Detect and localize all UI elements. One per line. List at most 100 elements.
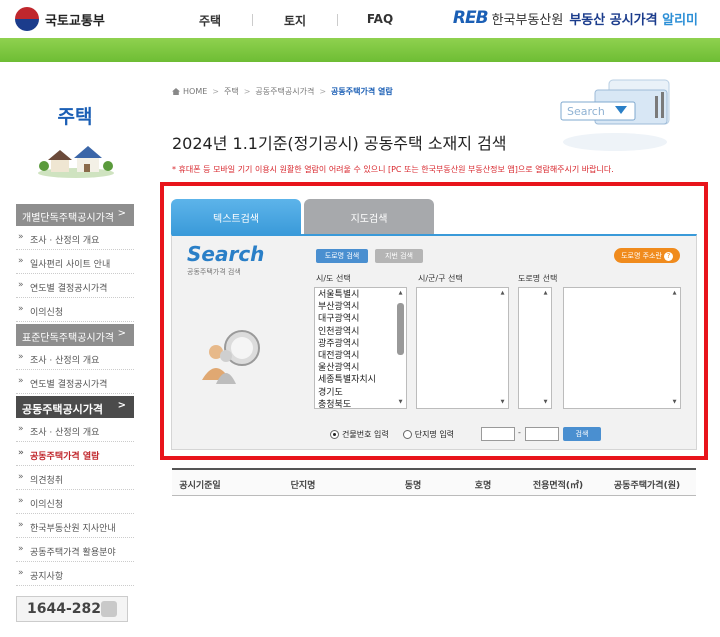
breadcrumb-housing[interactable]: 주택 [224,86,239,97]
building-number-radio[interactable] [330,430,339,439]
sidebar-item-current[interactable]: 공동주택가격 열람 [16,442,134,466]
sidebar-section-apartment[interactable]: 공동주택공시가격 > [16,396,134,418]
sidebar-item[interactable]: 조사 · 산정의 개요 [16,226,134,250]
jibun-search-button[interactable]: 지번 검색 [375,249,423,263]
complex-name-radio[interactable] [402,430,412,439]
sidebar-item[interactable]: 일사편리 사이트 안내 [16,250,134,274]
sido-option[interactable]: 부산광역시 [315,301,406,313]
col-dong: 동명 [404,481,422,491]
sido-option[interactable]: 경기도 [315,387,406,399]
nav-land[interactable]: 토지 [253,12,337,29]
scroll-thumb[interactable] [397,303,404,355]
sidebar-title: 주택 [57,106,93,128]
sidebar-item[interactable]: 이의신청 [16,298,134,322]
sidebar-item[interactable]: 연도별 결정공시가격 [16,274,134,298]
search-heading: Search [187,242,265,266]
sigungu-scrollbar[interactable]: ▲ ▼ [498,289,507,407]
sidebar-item[interactable]: 공지사항 [16,562,134,586]
breadcrumb-separator: > [212,87,219,96]
sido-option[interactable]: 서울특별시 [315,289,406,301]
question-icon: ? [663,252,673,261]
scroll-down-icon[interactable]: ▼ [541,398,550,407]
sidebar-item[interactable]: 조사 · 산정의 개요 [16,418,134,442]
reb-name: 한국부동산원 [491,12,564,28]
sidebar-item[interactable]: 조사 · 산정의 개요 [16,346,134,370]
sido-scrollbar[interactable]: ▲ ▼ [396,289,405,407]
range-dash: - [518,428,521,437]
taegeuk-icon [15,7,39,31]
page-title: 2024년 1.1기준(정기공시) 공동주택 소재지 검색 [172,134,507,153]
molit-logo-text: 국토교통부 [45,13,105,29]
col-area: 전용면적(㎡) [532,481,584,491]
green-banner-bar [0,38,720,62]
sidebar-section-standard[interactable]: 표준단독주택공시가격 > [16,324,134,346]
sidebar-item[interactable]: 의견청취 [16,466,134,490]
sidebar-section-label: 표준단독주택공시가격 [22,333,114,344]
scroll-down-icon[interactable]: ▼ [670,398,679,407]
mobile-notice: * 휴대폰 등 모바일 기기 이용시 원활한 열람이 어려울 수 있으니 [PC… [172,165,614,174]
road-initial-scrollbar[interactable]: ▲ ▼ [541,289,550,407]
nav-faq[interactable]: FAQ [338,12,422,29]
sido-option[interactable]: 광주광역시 [315,338,406,350]
sidebar-item[interactable]: 연도별 결정공시가격 [16,370,134,394]
service-name: 부동산 공시가격 알리미 [569,9,698,28]
road-address-info-button[interactable]: 도로명 주소란? [614,248,680,263]
sidebar-item[interactable]: 한국부동산원 지사안내 [16,514,134,538]
chevron-right-icon: > [117,328,126,339]
scroll-down-icon[interactable]: ▼ [396,398,405,407]
tab-text-search[interactable]: 텍스트검색 [171,199,301,235]
sido-label: 시/도 선택 [316,274,351,283]
chevron-right-icon: > [117,400,126,411]
sido-option[interactable]: 충청북도 [315,399,406,411]
phone-icon [101,601,117,617]
sido-select[interactable]: 서울특별시 부산광역시 대구광역시 인천광역시 광주광역시 대전광역시 울산광역… [314,287,407,411]
sidebar-item[interactable]: 공동주택가격 활용분야 [16,538,134,562]
service-name-b: 알리미 [662,12,698,28]
search-subheading: 공동주택가격 검색 [187,268,241,276]
complex-name-radio-label[interactable]: 단지명 입력 [415,429,454,440]
col-price: 공동주택가격(원) [613,481,681,491]
road-initial-select[interactable]: ▲ ▼ [518,287,552,409]
input-type-radio-group: 건물번호 입력 단지명 입력 [330,429,468,440]
scroll-up-icon[interactable]: ▲ [541,289,550,298]
reb-logo[interactable]: REB 한국부동산원 부동산 공시가격 알리미 [453,8,698,28]
building-number-sub-input[interactable] [525,427,559,441]
scroll-up-icon[interactable]: ▲ [670,289,679,298]
tab-map-search[interactable]: 지도검색 [304,199,434,235]
road-name-scrollbar[interactable]: ▲ ▼ [670,289,679,407]
sigungu-select[interactable]: ▲ ▼ [416,287,509,409]
sidebar-section-individual[interactable]: 개별단독주택공시가격 > [16,204,134,226]
search-people-illustration [202,330,260,384]
col-base-date: 공시기준일 [179,481,221,491]
sidebar-section-label: 개별단독주택공시가격 [22,213,114,224]
search-illustration: Search [560,79,670,151]
scroll-down-icon[interactable]: ▼ [498,398,507,407]
sido-option[interactable]: 울산광역시 [315,362,406,374]
scroll-up-icon[interactable]: ▲ [498,289,507,298]
building-number-main-input[interactable] [481,427,515,441]
breadcrumb-apartment[interactable]: 공동주택공시가격 [255,86,314,97]
sigungu-label: 시/군/구 선택 [418,274,463,283]
reb-mark: REB [452,8,489,28]
road-search-button[interactable]: 도로명 검색 [316,249,368,263]
breadcrumb-separator: > [243,87,251,96]
building-number-radio-label[interactable]: 건물번호 입력 [342,429,389,440]
sidebar-item[interactable]: 이의신청 [16,490,134,514]
sido-option[interactable]: 세종특별자치시 [315,374,406,386]
houses-illustration [38,146,114,178]
call-center-phone: 1644-2828 [16,596,128,622]
road-name-select[interactable]: ▲ ▼ [563,287,681,409]
service-name-a: 부동산 공시가격 [569,12,658,28]
road-label: 도로명 선택 [518,274,558,283]
sido-option[interactable]: 인천광역시 [315,326,406,338]
col-complex-name: 단지명 [290,481,316,491]
search-button[interactable]: 검색 [563,427,601,441]
scroll-up-icon[interactable]: ▲ [396,289,405,298]
top-nav: 주택 토지 FAQ [168,12,422,29]
molit-logo[interactable]: 국토교통부 [15,7,105,31]
sido-option[interactable]: 대구광역시 [315,313,406,325]
breadcrumb-home[interactable]: HOME [183,87,207,96]
sido-option[interactable]: 대전광역시 [315,350,406,362]
nav-housing[interactable]: 주택 [168,12,252,29]
search-illustration-text: Search [567,105,605,118]
